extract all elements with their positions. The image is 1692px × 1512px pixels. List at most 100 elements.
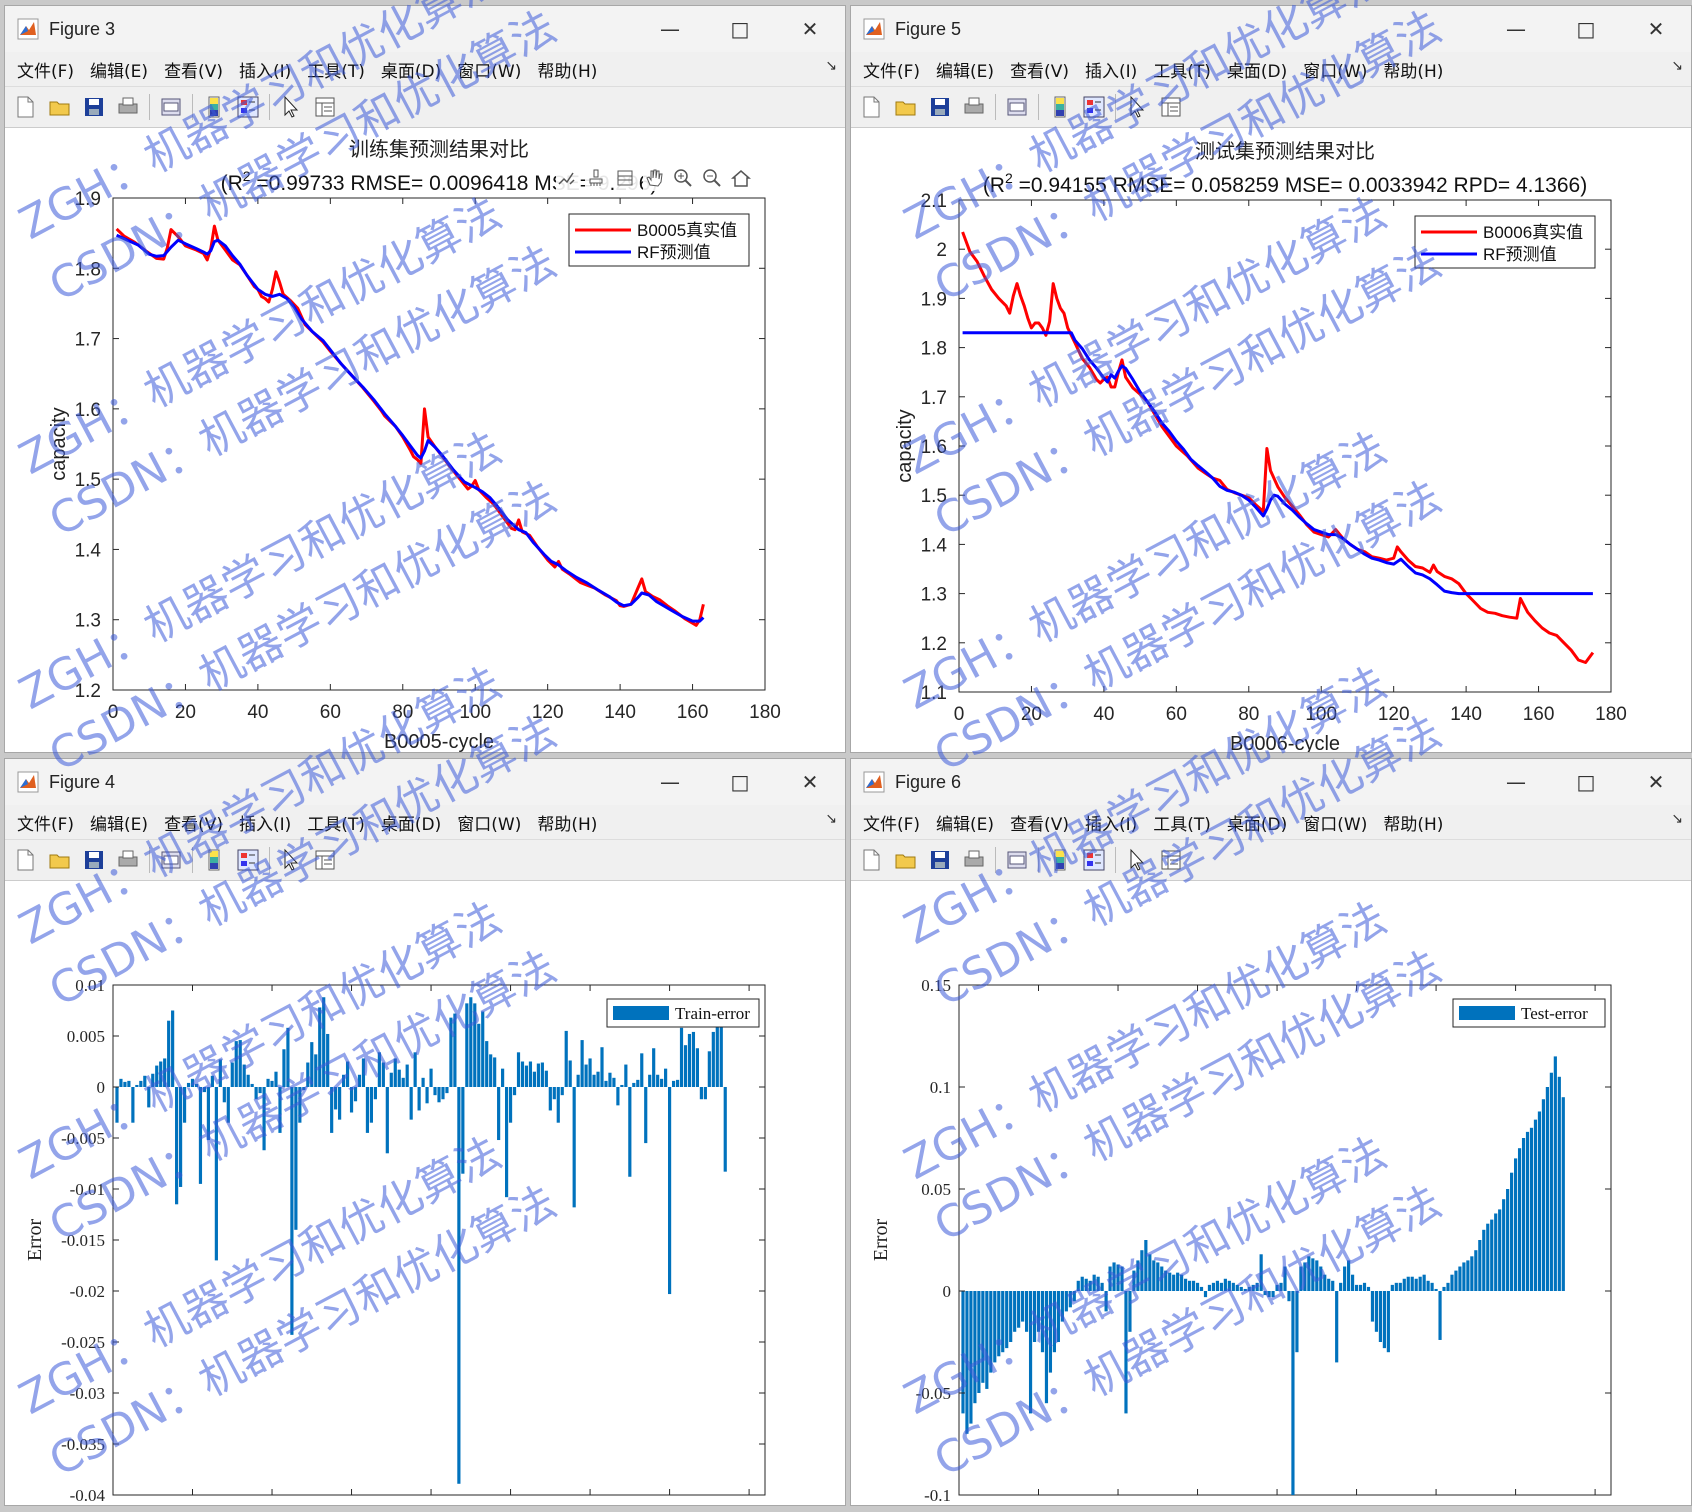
- select-arrow-icon[interactable]: [278, 94, 304, 120]
- menu-item[interactable]: 插入(I): [1085, 810, 1137, 835]
- menu-item[interactable]: 窗口(W): [1303, 57, 1367, 82]
- menu-item[interactable]: 工具(T): [307, 57, 365, 82]
- print-preview-icon[interactable]: [158, 94, 184, 120]
- print-icon[interactable]: [961, 94, 987, 120]
- colorbar-icon[interactable]: [201, 94, 227, 120]
- open-folder-icon[interactable]: [47, 847, 73, 873]
- new-file-icon[interactable]: [13, 847, 39, 873]
- legend[interactable]: Train-error: [606, 998, 760, 1028]
- menu-item[interactable]: 插入(I): [239, 810, 291, 835]
- menu-item[interactable]: 编辑(E): [90, 810, 148, 835]
- menu-item[interactable]: 文件(F): [863, 57, 920, 82]
- menu-item[interactable]: 帮助(H): [1383, 810, 1443, 835]
- menu-item[interactable]: 桌面(D): [1227, 810, 1287, 835]
- menu-item[interactable]: 查看(V): [1010, 810, 1069, 835]
- menu-item[interactable]: 查看(V): [164, 810, 223, 835]
- select-arrow-icon[interactable]: [1124, 94, 1150, 120]
- select-arrow-icon[interactable]: [278, 847, 304, 873]
- save-icon[interactable]: [81, 94, 107, 120]
- minimize-button[interactable]: —: [1481, 759, 1551, 805]
- maximize-button[interactable]: □: [1551, 6, 1621, 52]
- menu-item[interactable]: 桌面(D): [381, 57, 441, 82]
- legend[interactable]: B0006真实值 RF预测值: [1414, 215, 1596, 269]
- menu-item[interactable]: 文件(F): [17, 810, 74, 835]
- menu-item[interactable]: 帮助(H): [537, 810, 597, 835]
- open-folder-icon[interactable]: [893, 94, 919, 120]
- legend-icon[interactable]: [1081, 94, 1107, 120]
- menu-overflow-arrow-icon[interactable]: ↘: [825, 811, 837, 827]
- menu-item[interactable]: 帮助(H): [537, 57, 597, 82]
- print-preview-icon[interactable]: [158, 847, 184, 873]
- menu-overflow-arrow-icon[interactable]: ↘: [825, 58, 837, 74]
- menu-item[interactable]: 工具(T): [1153, 810, 1211, 835]
- menu-item[interactable]: 插入(I): [1085, 57, 1137, 82]
- title-bar[interactable]: Figure 5 — □ ✕: [851, 6, 1691, 52]
- error-bar: [1291, 1291, 1295, 1495]
- close-button[interactable]: ✕: [775, 6, 845, 52]
- menu-item[interactable]: 查看(V): [164, 57, 223, 82]
- menu-item[interactable]: 编辑(E): [90, 57, 148, 82]
- brush-icon[interactable]: [585, 167, 609, 191]
- select-arrow-icon[interactable]: [1124, 847, 1150, 873]
- maximize-button[interactable]: □: [1551, 759, 1621, 805]
- data-tips-icon[interactable]: [614, 167, 638, 191]
- minimize-button[interactable]: —: [1481, 6, 1551, 52]
- menu-overflow-arrow-icon[interactable]: ↘: [1671, 811, 1683, 827]
- menu-item[interactable]: 插入(I): [239, 57, 291, 82]
- legend[interactable]: Test-error: [1452, 998, 1606, 1028]
- print-preview-icon[interactable]: [1004, 94, 1030, 120]
- new-file-icon[interactable]: [859, 847, 885, 873]
- menu-item[interactable]: 窗口(W): [1303, 810, 1367, 835]
- legend-icon[interactable]: [1081, 847, 1107, 873]
- title-bar[interactable]: Figure 6 — □ ✕: [851, 759, 1691, 805]
- maximize-button[interactable]: □: [705, 6, 775, 52]
- print-icon[interactable]: [961, 847, 987, 873]
- menu-item[interactable]: 编辑(E): [936, 810, 994, 835]
- minimize-button[interactable]: —: [635, 759, 705, 805]
- property-editor-icon[interactable]: [312, 847, 338, 873]
- print-icon[interactable]: [115, 847, 141, 873]
- save-icon[interactable]: [927, 847, 953, 873]
- property-editor-icon[interactable]: [1158, 94, 1184, 120]
- menu-item[interactable]: 文件(F): [863, 810, 920, 835]
- title-bar[interactable]: Figure 3 — □ ✕: [5, 6, 845, 52]
- menu-item[interactable]: 编辑(E): [936, 57, 994, 82]
- zoom-out-icon[interactable]: [701, 167, 725, 191]
- property-editor-icon[interactable]: [1158, 847, 1184, 873]
- minimize-button[interactable]: —: [635, 6, 705, 52]
- print-icon[interactable]: [115, 94, 141, 120]
- colorbar-icon[interactable]: [201, 847, 227, 873]
- menu-item[interactable]: 工具(T): [307, 810, 365, 835]
- menu-item[interactable]: 文件(F): [17, 57, 74, 82]
- save-icon[interactable]: [927, 94, 953, 120]
- edit-plot-icon[interactable]: [556, 167, 580, 191]
- restore-view-icon[interactable]: [730, 167, 754, 191]
- open-folder-icon[interactable]: [893, 847, 919, 873]
- open-folder-icon[interactable]: [47, 94, 73, 120]
- pan-hand-icon[interactable]: [643, 167, 667, 191]
- title-bar[interactable]: Figure 4 — □ ✕: [5, 759, 845, 805]
- colorbar-icon[interactable]: [1047, 94, 1073, 120]
- legend-icon[interactable]: [235, 847, 261, 873]
- menu-item[interactable]: 查看(V): [1010, 57, 1069, 82]
- menu-item[interactable]: 窗口(W): [457, 810, 521, 835]
- colorbar-icon[interactable]: [1047, 847, 1073, 873]
- new-file-icon[interactable]: [13, 94, 39, 120]
- menu-item[interactable]: 桌面(D): [1227, 57, 1287, 82]
- legend-icon[interactable]: [235, 94, 261, 120]
- close-button[interactable]: ✕: [1621, 6, 1691, 52]
- menu-item[interactable]: 帮助(H): [1383, 57, 1443, 82]
- menu-item[interactable]: 工具(T): [1153, 57, 1211, 82]
- maximize-button[interactable]: □: [705, 759, 775, 805]
- menu-overflow-arrow-icon[interactable]: ↘: [1671, 58, 1683, 74]
- menu-item[interactable]: 窗口(W): [457, 57, 521, 82]
- zoom-in-icon[interactable]: [672, 167, 696, 191]
- legend[interactable]: B0005真实值 RF预测值: [568, 213, 750, 267]
- save-icon[interactable]: [81, 847, 107, 873]
- menu-item[interactable]: 桌面(D): [381, 810, 441, 835]
- close-button[interactable]: ✕: [775, 759, 845, 805]
- print-preview-icon[interactable]: [1004, 847, 1030, 873]
- close-button[interactable]: ✕: [1621, 759, 1691, 805]
- property-editor-icon[interactable]: [312, 94, 338, 120]
- new-file-icon[interactable]: [859, 94, 885, 120]
